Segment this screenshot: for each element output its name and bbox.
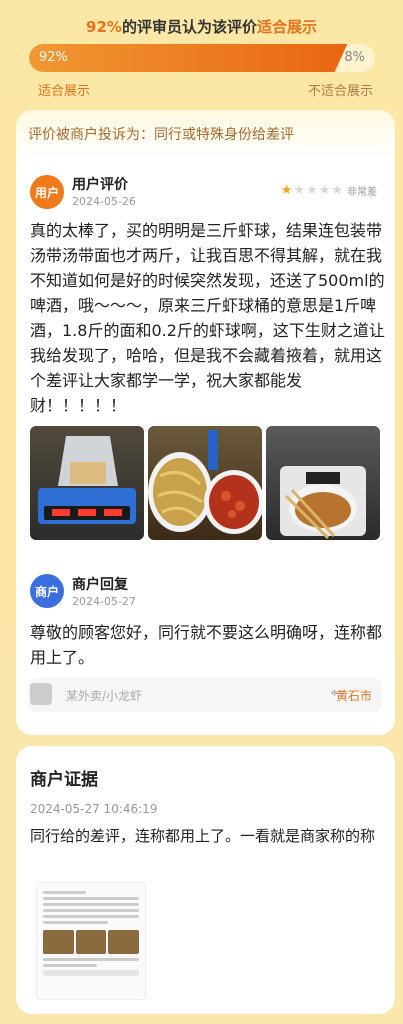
mini-line: [43, 970, 139, 976]
vote-title: 92%的评审员认为该评价适合展示: [0, 16, 403, 37]
rating-stars: ★ ★ ★ ★ ★ 非常差: [281, 183, 377, 198]
rating-label: 非常差: [347, 187, 377, 198]
vote-title-pct: 92%: [86, 18, 122, 36]
shop-city: 黄石市: [335, 689, 372, 703]
reply-author: 商户回复: [72, 577, 128, 593]
evidence-time: 2024-05-27 10:46:19: [30, 802, 158, 816]
evidence-screenshot[interactable]: [36, 882, 146, 1000]
shop-logo-icon: [30, 683, 52, 705]
mini-line: [43, 891, 87, 894]
mini-line: [43, 909, 139, 912]
mini-line: [43, 958, 139, 961]
mini-images: [43, 930, 140, 954]
review-photo-scale[interactable]: [30, 426, 144, 540]
mini-line: [43, 964, 97, 967]
star-icon: ★: [280, 183, 293, 198]
mini-line: [43, 921, 108, 924]
complaint-reason: 评价被商户投诉为：同行或特殊身份给差评: [28, 127, 294, 143]
review-photo-weighing[interactable]: [266, 426, 380, 540]
star-icon: ★: [306, 183, 318, 198]
star-icon: ★: [331, 183, 343, 198]
mini-image: [75, 930, 107, 954]
mini-line: [43, 903, 139, 906]
shop-info-bar[interactable]: 某外卖/小龙虾 ⌖ 黄石市: [28, 678, 382, 712]
mini-line: [43, 915, 139, 918]
review-photos: [30, 426, 380, 540]
evidence-text: 同行给的差评，连称都用上了。一看就是商家称的称: [30, 827, 376, 845]
star-icon: ★: [318, 183, 331, 198]
star-icon: ★: [293, 183, 306, 198]
shop-name: 某外卖/小龙虾: [66, 689, 143, 703]
review-date: 2024-05-26: [72, 195, 136, 208]
vote-label-suitable: 适合展示: [38, 84, 91, 99]
user-avatar: 用户: [30, 175, 64, 209]
vote-title-highlight: 适合展示: [256, 18, 317, 36]
mini-image: [43, 930, 74, 954]
review-text: 真的太棒了，买的明明是三斤虾球，结果连包装带汤带汤带面也才两斤，让我百思不得其解…: [30, 221, 385, 415]
review-author: 用户评价: [72, 177, 128, 193]
vote-left-pct: 92%: [39, 50, 68, 65]
evidence-card: 商户证据 2024-05-27 10:46:19 同行给的差评，连称都用上了。一…: [16, 746, 395, 1014]
merchant-avatar: 商户: [30, 574, 64, 608]
vote-right-pct: 8%: [344, 50, 365, 65]
evidence-title: 商户证据: [30, 770, 98, 790]
vote-label-unsuitable: 不适合展示: [307, 84, 373, 99]
review-card: 评价被商户投诉为：同行或特殊身份给差评 用户 用户评价 2024-05-26 ★…: [16, 110, 395, 735]
mini-image: [108, 930, 140, 954]
reply-text: 尊敬的顾客您好，同行就不要这么明确呀，连称都用上了。: [30, 623, 383, 667]
mini-line: [43, 897, 139, 900]
vote-bar: 92% 8%: [29, 44, 375, 72]
review-photo-noodles[interactable]: [148, 426, 262, 540]
vote-bar-fill: [29, 44, 348, 72]
vote-title-mid: 的评审员认为该评价: [121, 18, 257, 36]
reply-date: 2024-05-27: [72, 595, 136, 608]
